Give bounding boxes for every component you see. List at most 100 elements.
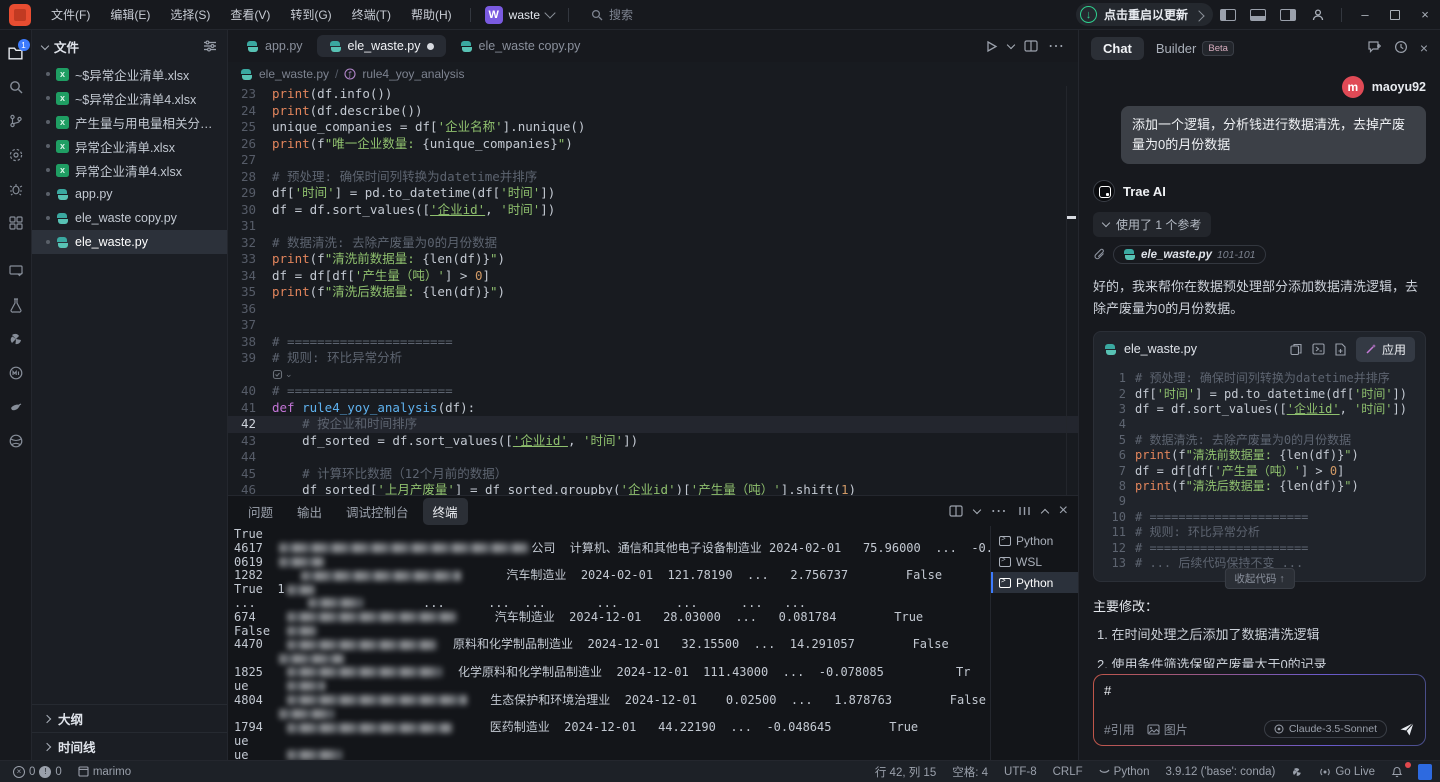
code-line[interactable]: 43 df_sorted = df.sort_values(['企业id', '… bbox=[228, 433, 1078, 450]
chat-close-button[interactable]: × bbox=[1420, 40, 1428, 56]
create-file-button[interactable] bbox=[1335, 343, 1346, 356]
panel-tab-输出[interactable]: 输出 bbox=[287, 498, 332, 525]
code-line[interactable]: 38 # ====================== bbox=[228, 334, 1078, 351]
python-interpreter[interactable]: 3.9.12 ('base': conda) bbox=[1160, 766, 1280, 778]
pinwheel-extension-icon[interactable] bbox=[1, 324, 31, 354]
encoding[interactable]: UTF-8 bbox=[999, 766, 1042, 778]
marimo-extension-icon[interactable] bbox=[1, 358, 31, 388]
editor-tab[interactable]: ele_waste copy.py bbox=[448, 35, 593, 57]
workspace-switcher[interactable]: W waste bbox=[479, 4, 560, 26]
more-actions-button[interactable]: ⋯ bbox=[1048, 36, 1064, 56]
file-item[interactable]: ~$异常企业清单.xlsx bbox=[32, 62, 227, 86]
terminal-session[interactable]: WSL bbox=[991, 551, 1078, 572]
copy-code-button[interactable] bbox=[1290, 343, 1302, 356]
code-line[interactable]: 31 bbox=[228, 218, 1078, 235]
search-sidebar-icon[interactable] bbox=[1, 72, 31, 102]
minimize-button[interactable]: – bbox=[1350, 0, 1380, 30]
code-line[interactable]: 34 df = df[df['产生量（吨）'] > 0] bbox=[228, 268, 1078, 285]
code-line[interactable]: 44 bbox=[228, 449, 1078, 466]
code-line[interactable]: 23 print(df.info()) bbox=[228, 86, 1078, 103]
file-item[interactable]: ele_waste copy.py bbox=[32, 206, 227, 230]
new-terminal-button[interactable] bbox=[949, 505, 963, 517]
code-line[interactable]: 46 df_sorted['上月产废量'] = df_sorted.groupb… bbox=[228, 482, 1078, 495]
menu-item[interactable]: 选择(S) bbox=[160, 0, 220, 30]
code-line[interactable]: 42 # 按企业和时间排序 bbox=[228, 416, 1078, 433]
tab-chat[interactable]: Chat bbox=[1091, 36, 1144, 60]
file-item[interactable]: 异常企业清单4.xlsx bbox=[32, 158, 227, 182]
timeline-section[interactable]: 时间线 bbox=[32, 732, 227, 760]
new-chat-button[interactable] bbox=[1367, 40, 1382, 56]
split-editor-button[interactable] bbox=[1024, 40, 1038, 52]
code-line[interactable]: 25 unique_companies = df['企业名称'].nunique(… bbox=[228, 119, 1078, 136]
code-line[interactable]: 26 print(f"唯一企业数量: {unique_companies}") bbox=[228, 136, 1078, 153]
insert-code-button[interactable] bbox=[1312, 343, 1325, 355]
panel-more-button[interactable]: ⋯ bbox=[991, 501, 1007, 521]
file-item[interactable]: 异常企业清单.xlsx bbox=[32, 134, 227, 158]
notifications-bell[interactable] bbox=[1386, 762, 1411, 778]
filter-icon[interactable] bbox=[203, 40, 217, 52]
test-flask-icon[interactable] bbox=[1, 290, 31, 320]
hand-extension-icon[interactable] bbox=[1, 392, 31, 422]
run-button[interactable] bbox=[985, 40, 998, 53]
live-preview-icon[interactable] bbox=[1, 140, 31, 170]
toggle-secondary-sidebar-button[interactable] bbox=[1273, 0, 1303, 30]
reference-toggle[interactable]: 使用了 1 个参考 bbox=[1093, 212, 1212, 238]
marimo-status[interactable]: marimo bbox=[73, 766, 136, 778]
remote-explorer-icon[interactable] bbox=[1, 256, 31, 286]
panel-maximize-icon[interactable] bbox=[1040, 508, 1049, 517]
restart-update-button[interactable]: ↓ 点击重启以更新 bbox=[1075, 3, 1213, 26]
editor-scrollbar[interactable] bbox=[1066, 86, 1078, 495]
terminal-session[interactable]: Python bbox=[991, 530, 1078, 551]
code-line[interactable]: 36 bbox=[228, 301, 1078, 318]
close-button[interactable]: × bbox=[1410, 0, 1440, 30]
code-line[interactable]: 45 # 计算环比数据（12个月前的数据） bbox=[228, 466, 1078, 483]
code-line[interactable]: 30 df = df.sort_values(['企业id', '时间']) bbox=[228, 202, 1078, 219]
code-line[interactable]: 29 df['时间'] = pd.to_datetime(df['时间']) bbox=[228, 185, 1078, 202]
explorer-icon[interactable]: 1 bbox=[1, 38, 31, 68]
menu-item[interactable]: 终端(T) bbox=[342, 0, 401, 30]
account-button[interactable] bbox=[1303, 0, 1333, 30]
menu-item[interactable]: 帮助(H) bbox=[401, 0, 462, 30]
outline-section[interactable]: 大纲 bbox=[32, 704, 227, 732]
code-line[interactable]: 27 bbox=[228, 152, 1078, 169]
code-line[interactable]: 37 bbox=[228, 317, 1078, 334]
toggle-panel-button[interactable] bbox=[1243, 0, 1273, 30]
menu-item[interactable]: 转到(G) bbox=[280, 0, 341, 30]
go-live-button[interactable]: Go Live bbox=[1314, 766, 1380, 778]
send-button[interactable] bbox=[1399, 722, 1415, 737]
code-editor[interactable]: 23 print(df.info()) 24 print(df.describe())… bbox=[228, 86, 1078, 495]
editor-tab[interactable]: app.py bbox=[234, 35, 315, 57]
extensions-icon[interactable] bbox=[1, 208, 31, 238]
quote-button[interactable]: #引用 bbox=[1104, 721, 1135, 738]
file-item[interactable]: 产生量与用电量相关分析(含行... bbox=[32, 110, 227, 134]
terminal-profile-dropdown-icon[interactable] bbox=[972, 505, 981, 514]
panel-tab-问题[interactable]: 问题 bbox=[238, 498, 283, 525]
chat-messages[interactable]: m maoyu92 添加一个逻辑，分析钱进行数据清洗，去掉产废量为0的月份数据 … bbox=[1079, 66, 1440, 668]
file-item[interactable]: ~$异常企业清单4.xlsx bbox=[32, 86, 227, 110]
code-line[interactable]: 39 # 规则: 环比异常分析 bbox=[228, 350, 1078, 367]
panel-tab-终端[interactable]: 终端 bbox=[422, 497, 468, 525]
code-line[interactable]: 35 print(f"清洗后数据量: {len(df)}") bbox=[228, 284, 1078, 301]
file-item[interactable]: ele_waste.py bbox=[32, 230, 227, 254]
panel-layout-button[interactable] bbox=[1018, 505, 1031, 517]
file-item[interactable]: app.py bbox=[32, 182, 227, 206]
terminal-output[interactable]: True 4617 公司 计算机、通信和其他电子设备制造业 2024-02-01 … bbox=[228, 526, 990, 760]
menu-item[interactable]: 文件(F) bbox=[41, 0, 100, 30]
tab-builder[interactable]: Builder bbox=[1156, 41, 1196, 56]
chat-input[interactable]: # #引用 图片 Claude-3.5-Sonnet bbox=[1094, 675, 1425, 745]
run-dropdown-icon[interactable] bbox=[1006, 40, 1016, 49]
model-selector[interactable]: Claude-3.5-Sonnet bbox=[1263, 720, 1387, 738]
maximize-button[interactable] bbox=[1380, 0, 1410, 30]
terminal-session[interactable]: Python bbox=[991, 572, 1078, 593]
toggle-sidebar-button[interactable] bbox=[1213, 0, 1243, 30]
indentation[interactable]: 空格: 4 bbox=[947, 764, 993, 780]
code-line[interactable]: 32 # 数据清洗: 去除产废量为0的月份数据 bbox=[228, 235, 1078, 252]
problems-status[interactable]: × 0 ! 0 bbox=[8, 765, 67, 778]
chat-input-text[interactable]: # bbox=[1104, 683, 1415, 720]
pinwheel-status-icon[interactable] bbox=[1286, 766, 1308, 778]
panel-close-button[interactable]: × bbox=[1059, 502, 1068, 520]
code-line[interactable]: 40 # ====================== bbox=[228, 383, 1078, 400]
browser-extension-icon[interactable] bbox=[1, 426, 31, 456]
language-mode[interactable]: Python bbox=[1094, 766, 1155, 778]
code-line[interactable]: 28 # 预处理: 确保时间列转换为datetime并排序 bbox=[228, 169, 1078, 186]
